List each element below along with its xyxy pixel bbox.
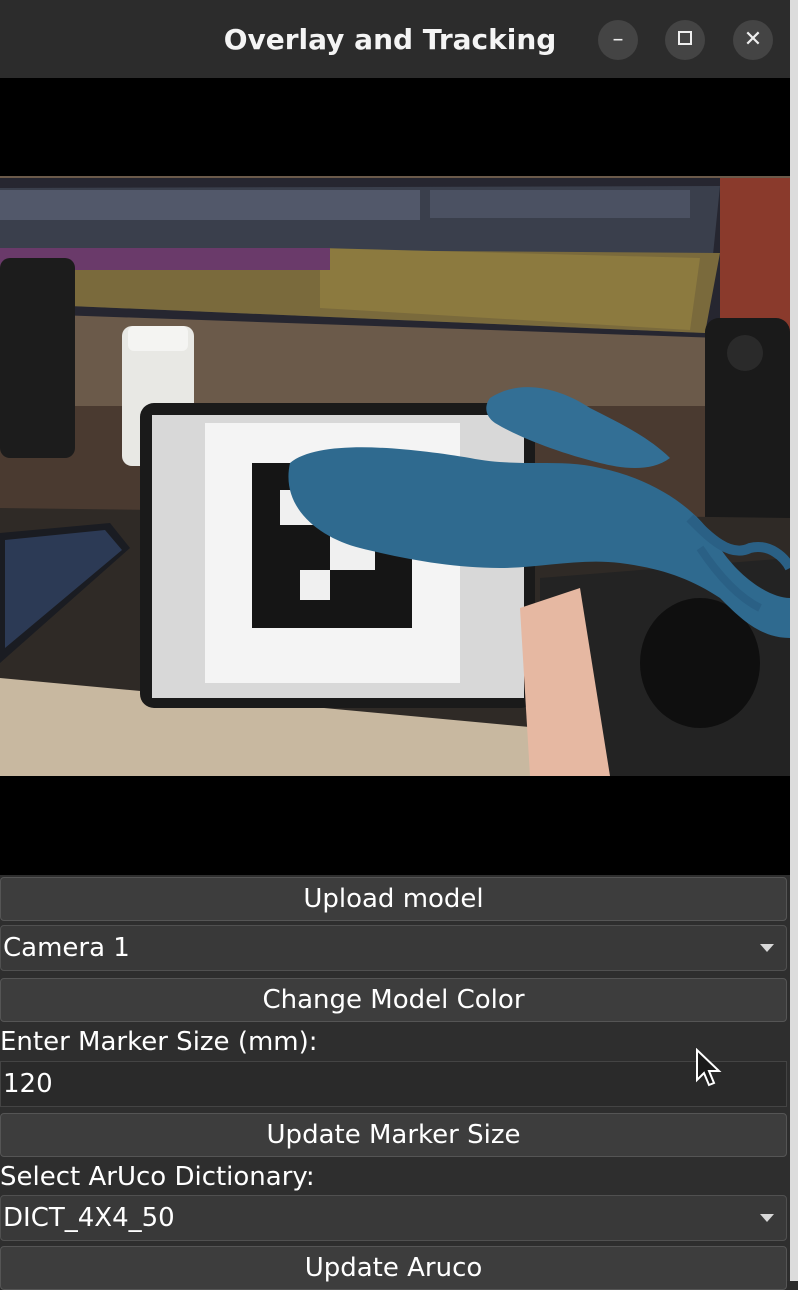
close-button[interactable]: ✕	[733, 20, 773, 60]
aruco-dictionary-select[interactable]: DICT_4X4_50	[0, 1195, 787, 1241]
control-panel: Upload model Camera 1 Change Model Color…	[0, 875, 790, 1290]
title-bar: Overlay and Tracking – ✕	[0, 0, 790, 78]
chevron-down-icon	[760, 1214, 774, 1222]
aruco-select-value: DICT_4X4_50	[3, 1203, 175, 1233]
camera-select[interactable]: Camera 1	[0, 925, 787, 971]
minimize-icon: –	[612, 27, 624, 52]
maximize-button[interactable]	[665, 20, 705, 60]
minimize-button[interactable]: –	[598, 20, 638, 60]
change-model-color-button[interactable]: Change Model Color	[0, 978, 787, 1022]
chevron-down-icon	[760, 944, 774, 952]
camera-frame	[0, 78, 790, 875]
marker-size-input[interactable]: 120	[0, 1061, 787, 1107]
camera-select-value: Camera 1	[3, 933, 130, 963]
mouse-pointer-icon	[696, 1048, 722, 1087]
window-title: Overlay and Tracking	[223, 23, 557, 56]
upload-model-button[interactable]: Upload model	[0, 877, 787, 921]
close-icon: ✕	[743, 27, 763, 52]
camera-video-feed	[0, 78, 790, 875]
maximize-icon	[678, 31, 692, 45]
window-edge	[790, 0, 798, 1281]
marker-size-label: Enter Marker Size (mm):	[0, 1025, 787, 1059]
update-marker-size-button[interactable]: Update Marker Size	[0, 1113, 787, 1157]
update-aruco-button[interactable]: Update Aruco	[0, 1246, 787, 1290]
aruco-dictionary-label: Select ArUco Dictionary:	[0, 1160, 787, 1194]
